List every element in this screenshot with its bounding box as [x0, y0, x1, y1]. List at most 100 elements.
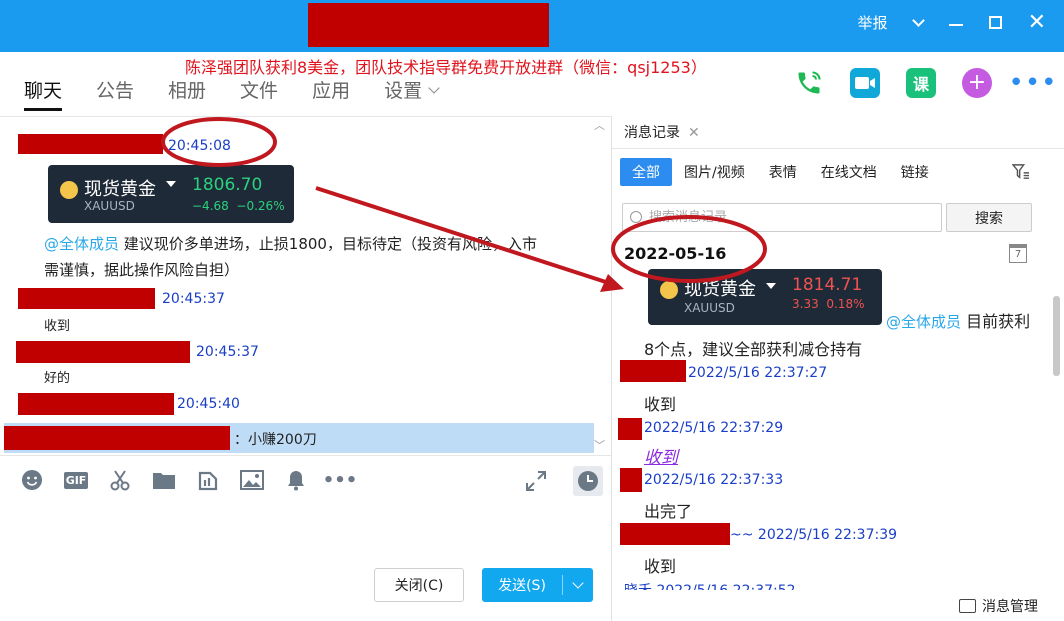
- message-management-label: 消息管理: [982, 599, 1038, 615]
- mention-all[interactable]: @全体成员: [886, 313, 961, 331]
- tab-announcement[interactable]: 公告: [96, 76, 134, 111]
- calendar-icon[interactable]: 7: [1009, 244, 1027, 263]
- message-time: 20:45:40: [177, 396, 240, 412]
- caret-down-icon: [166, 181, 176, 187]
- send-button[interactable]: 发送(S): [482, 568, 593, 602]
- filter-all[interactable]: 全部: [620, 158, 672, 186]
- advice-message: @全体成员 建议现价多单进场，止损1800，目标待定（投资有风险，入市 需谨慎，…: [44, 231, 604, 283]
- filter-media[interactable]: 图片/视频: [672, 158, 757, 186]
- history-text: 收到: [644, 395, 677, 414]
- scroll-up-icon[interactable]: ︿: [594, 117, 605, 133]
- advice-line2: 需谨慎，据此操作风险自担）: [44, 261, 240, 279]
- message-time: 20:45:08: [168, 138, 231, 154]
- message-text: 收到: [44, 319, 71, 334]
- tab-settings-label: 设置: [384, 80, 423, 102]
- tab-album[interactable]: 相册: [168, 76, 206, 111]
- tab-files[interactable]: 文件: [240, 76, 278, 111]
- filter-docs[interactable]: 在线文档: [809, 158, 889, 186]
- chat-messages[interactable]: ︿ 20:45:08 现货黄金 1806.70 XAUUSD −4.68 −0.…: [0, 116, 611, 454]
- redacted-sender: [618, 418, 642, 440]
- gold-quote-card[interactable]: 现货黄金 1814.71 XAUUSD 3.33 0.18%: [648, 269, 882, 325]
- redacted-sender: [18, 134, 163, 154]
- redacted-sender: [18, 393, 174, 415]
- input-toolbar: GIF •••: [0, 455, 611, 505]
- promo-banner: 陈泽强团队获利8美金，团队技术指导群免费开放进群（微信：qsj1253）: [185, 58, 707, 77]
- tab-settings[interactable]: 设置: [384, 76, 440, 111]
- maximize-icon[interactable]: [988, 16, 1002, 29]
- date-header: 2022-05-16: [624, 244, 727, 263]
- report-link[interactable]: 举报: [858, 12, 888, 33]
- rich-text-icon[interactable]: [196, 468, 220, 492]
- video-icon[interactable]: [850, 68, 880, 98]
- quote-code: XAUUSD: [84, 199, 135, 213]
- quote-name: 现货黄金: [684, 279, 756, 300]
- history-text: 收到: [644, 557, 677, 576]
- history-link-text[interactable]: 收到: [644, 443, 678, 468]
- gif-label: GIF: [63, 471, 89, 489]
- history-tab-label: 消息记录: [624, 125, 680, 141]
- history-clock-icon[interactable]: [573, 466, 603, 496]
- minimize-icon[interactable]: [948, 23, 963, 26]
- gif-icon[interactable]: GIF: [63, 468, 89, 492]
- quote-name: 现货黄金: [84, 179, 156, 200]
- redacted-title: [308, 3, 549, 47]
- close-button[interactable]: 关闭(C): [374, 568, 464, 602]
- close-icon[interactable]: ✕: [1028, 11, 1046, 33]
- expand-icon[interactable]: [521, 466, 551, 496]
- message-text: 好的: [44, 371, 71, 386]
- scissors-icon[interactable]: [108, 468, 132, 492]
- history-message-line2: 8个点，建议全部获利减仓持有: [644, 340, 863, 359]
- title-bar: 举报 ✕: [0, 0, 1064, 52]
- send-divider: [562, 575, 563, 595]
- search-placeholder: 搜索消息记录: [649, 210, 728, 225]
- history-search-input[interactable]: 搜索消息记录: [622, 203, 942, 232]
- mention-all[interactable]: @全体成员: [44, 235, 119, 253]
- search-button[interactable]: 搜索: [946, 203, 1032, 232]
- history-tab[interactable]: 消息记录 ✕: [624, 122, 700, 142]
- quote-change: −4.68 −0.26%: [192, 199, 285, 213]
- message-time: 20:45:37: [162, 291, 225, 307]
- filter-icon[interactable]: [1012, 164, 1030, 180]
- history-scrollbar[interactable]: [1053, 296, 1060, 376]
- search-icon: [630, 211, 642, 223]
- gold-coin-icon: [60, 181, 78, 199]
- tab-apps[interactable]: 应用: [312, 76, 350, 111]
- filter-emoji[interactable]: 表情: [757, 158, 809, 186]
- course-icon[interactable]: 课: [906, 68, 936, 98]
- tab-chat[interactable]: 聊天: [24, 76, 63, 111]
- history-time: 2022/5/16 22:37:29: [644, 420, 784, 436]
- history-time: ~~ 2022/5/16 22:37:39: [730, 527, 898, 543]
- quote-change-pct: 0.18%: [826, 297, 865, 311]
- quote-change-value: −4.68: [192, 199, 229, 213]
- gold-quote-card[interactable]: 现货黄金 1806.70 XAUUSD −4.68 −0.26%: [48, 165, 294, 223]
- nav-row: 陈泽强团队获利8美金，团队技术指导群免费开放进群（微信：qsj1253） 聊天 …: [0, 52, 1064, 116]
- close-icon[interactable]: ✕: [688, 125, 700, 141]
- chevron-down-icon[interactable]: [572, 577, 584, 589]
- new-message-highlight[interactable]: ：小赚200刀: [4, 423, 594, 453]
- more-dots-icon[interactable]: •••: [323, 468, 358, 492]
- quote-change-value: 3.33: [792, 297, 819, 311]
- folder-icon[interactable]: [152, 468, 176, 492]
- quote-change-pct: −0.26%: [236, 199, 285, 213]
- bell-icon[interactable]: [284, 468, 308, 492]
- quote-code: XAUUSD: [684, 301, 735, 315]
- more-icon[interactable]: •••: [1009, 68, 1057, 98]
- history-time: 2022/5/16 22:37:27: [688, 365, 828, 381]
- message-tail: 目前获利: [966, 312, 1031, 331]
- panel-footer: 消息管理: [612, 588, 1064, 621]
- quote-price: 1814.71: [792, 275, 863, 295]
- redacted-sender: [620, 360, 686, 382]
- main-tabs: 聊天 公告 相册 文件 应用 设置: [24, 76, 440, 111]
- chevron-down-icon[interactable]: [911, 14, 925, 27]
- scroll-down-icon[interactable]: ﹀: [594, 437, 605, 453]
- emoji-icon[interactable]: [20, 468, 44, 492]
- send-label: 发送(S): [498, 578, 546, 594]
- filter-links[interactable]: 链接: [889, 158, 941, 186]
- message-management-button[interactable]: 消息管理: [959, 596, 1038, 616]
- history-text: 出完了: [644, 502, 693, 521]
- image-icon[interactable]: [240, 468, 264, 492]
- phone-icon[interactable]: [794, 68, 824, 98]
- redacted-sender: [620, 523, 730, 545]
- plus-icon[interactable]: +: [962, 68, 992, 98]
- chat-bubble-icon: [959, 599, 976, 613]
